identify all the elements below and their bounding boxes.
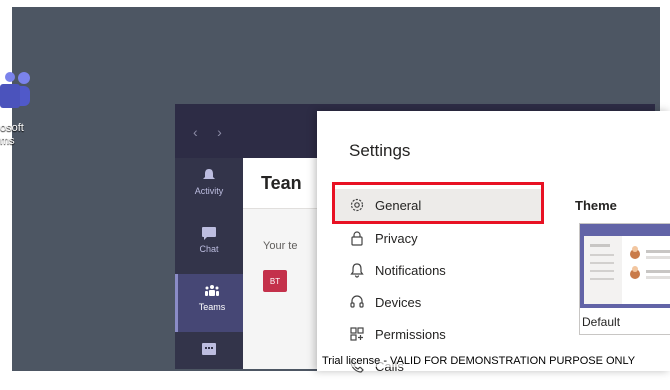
- settings-menu-devices[interactable]: Devices: [332, 286, 542, 318]
- calendar-icon: [202, 343, 216, 355]
- teams-logo-icon: [0, 72, 30, 108]
- theme-option-default[interactable]: Default: [579, 223, 670, 335]
- rail-item-chat[interactable]: Chat: [175, 216, 243, 274]
- screen-border-left: [0, 0, 12, 371]
- settings-menu-label: Privacy: [375, 230, 418, 246]
- settings-menu-label: Devices: [375, 294, 422, 310]
- bell-icon: [203, 169, 215, 179]
- permissions-icon: [350, 327, 364, 341]
- back-arrow-icon[interactable]: ‹: [193, 124, 198, 140]
- teams-icon: [205, 285, 219, 296]
- teams-app-rail: Activity Chat Teams: [175, 158, 246, 369]
- rail-item-teams[interactable]: Teams: [175, 274, 246, 332]
- trial-license-watermark: Trial license - VALID FOR DEMONSTRATION …: [322, 355, 636, 367]
- settings-menu-permissions[interactable]: Permissions: [332, 318, 542, 350]
- your-teams-label: Your te: [263, 240, 298, 252]
- theme-preview-art: [584, 236, 670, 304]
- headset-icon: [350, 295, 364, 308]
- settings-menu-notifications[interactable]: Notifications: [332, 254, 542, 286]
- settings-menu-label: Permissions: [375, 326, 446, 342]
- desktop-shortcut-label-line2: ms: [0, 135, 15, 147]
- settings-menu-label: Notifications: [375, 262, 446, 278]
- team-avatar[interactable]: BT: [263, 270, 287, 292]
- settings-menu-privacy[interactable]: Privacy: [332, 222, 542, 254]
- bell-icon: [350, 263, 364, 278]
- screen-border-top: [0, 0, 670, 7]
- annotation-highlight-box: [332, 182, 544, 224]
- forward-arrow-icon[interactable]: ›: [217, 124, 222, 140]
- theme-heading: Theme: [575, 198, 617, 213]
- rail-item-calendar[interactable]: [175, 332, 243, 390]
- rail-item-activity[interactable]: Activity: [175, 158, 243, 216]
- rail-label: Teams: [198, 302, 226, 312]
- theme-option-label: Default: [582, 315, 621, 329]
- desktop-shortcut-label-line1: osoft: [0, 122, 24, 134]
- chat-icon: [202, 227, 216, 240]
- lock-icon: [351, 231, 363, 246]
- rail-label: Chat: [199, 244, 219, 254]
- theme-preview: [580, 224, 670, 308]
- teams-page-title: Tean: [261, 173, 302, 193]
- settings-dialog: Settings General Privacy Notifications D…: [317, 111, 670, 374]
- settings-title: Settings: [349, 141, 411, 160]
- rail-label: Activity: [194, 186, 224, 196]
